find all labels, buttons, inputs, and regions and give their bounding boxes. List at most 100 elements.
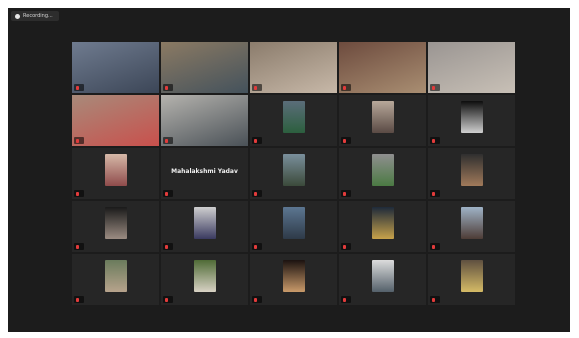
profile-picture [282, 154, 305, 186]
participant-name-bar [341, 296, 351, 303]
participant-name-bar [341, 190, 351, 197]
participant-tile[interactable] [339, 42, 426, 93]
participant-tile[interactable] [72, 254, 159, 305]
muted-mic-icon [432, 85, 435, 90]
participant-tile[interactable] [161, 201, 248, 252]
participant-name-bar [163, 190, 173, 197]
muted-mic-icon [432, 138, 435, 143]
participant-video [72, 95, 159, 146]
participant-video [161, 42, 248, 93]
participant-name-bar [74, 190, 84, 197]
muted-mic-icon [76, 297, 79, 302]
muted-mic-icon [343, 191, 346, 196]
participant-name-bar [163, 84, 173, 91]
participant-name-bar [430, 296, 440, 303]
participant-tile[interactable] [72, 42, 159, 93]
participant-tile[interactable] [72, 148, 159, 199]
profile-picture [371, 101, 394, 133]
profile-picture [460, 101, 483, 133]
participant-video [339, 42, 426, 93]
profile-picture [104, 260, 127, 292]
muted-mic-icon [254, 138, 257, 143]
participant-video [250, 42, 337, 93]
gallery-grid: Mahalakshmi Yadav [72, 42, 515, 305]
profile-picture [282, 207, 305, 239]
participant-tile[interactable] [250, 254, 337, 305]
muted-mic-icon [76, 85, 79, 90]
participant-tile[interactable] [428, 148, 515, 199]
profile-picture [371, 154, 394, 186]
muted-mic-icon [254, 85, 257, 90]
participant-name-bar [252, 190, 262, 197]
participant-tile[interactable] [428, 201, 515, 252]
profile-picture [371, 207, 394, 239]
participant-tile[interactable] [161, 95, 248, 146]
participant-tile[interactable] [428, 254, 515, 305]
participant-name-bar [74, 243, 84, 250]
participant-name-bar [74, 137, 84, 144]
participant-tile[interactable] [339, 95, 426, 146]
profile-picture [104, 207, 127, 239]
muted-mic-icon [165, 85, 168, 90]
participant-video [72, 42, 159, 93]
muted-mic-icon [165, 297, 168, 302]
profile-picture [371, 260, 394, 292]
participant-tile[interactable]: Mahalakshmi Yadav [161, 148, 248, 199]
participant-tile[interactable] [250, 95, 337, 146]
participant-tile[interactable] [161, 254, 248, 305]
meeting-window: Recording... Mahalakshmi Yadav [8, 8, 570, 332]
muted-mic-icon [432, 191, 435, 196]
participant-video [428, 42, 515, 93]
participant-name-bar [252, 296, 262, 303]
participant-name-bar [74, 296, 84, 303]
profile-picture [282, 260, 305, 292]
profile-picture [193, 260, 216, 292]
participant-tile[interactable] [250, 201, 337, 252]
participant-name-bar [341, 84, 351, 91]
profile-picture [104, 154, 127, 186]
muted-mic-icon [76, 191, 79, 196]
participant-tile[interactable] [250, 148, 337, 199]
participant-name-bar [74, 84, 84, 91]
participant-display-name: Mahalakshmi Yadav [171, 168, 238, 175]
muted-mic-icon [165, 138, 168, 143]
muted-mic-icon [343, 297, 346, 302]
participant-tile[interactable] [72, 95, 159, 146]
participant-tile[interactable] [339, 148, 426, 199]
profile-picture [193, 207, 216, 239]
participant-name-bar [430, 84, 440, 91]
muted-mic-icon [254, 191, 257, 196]
recording-label: Recording... [23, 13, 53, 19]
participant-tile[interactable] [339, 201, 426, 252]
muted-mic-icon [432, 244, 435, 249]
muted-mic-icon [432, 297, 435, 302]
participant-name-bar [163, 243, 173, 250]
participant-tile[interactable] [161, 42, 248, 93]
muted-mic-icon [343, 244, 346, 249]
profile-picture [460, 260, 483, 292]
participant-name-bar [341, 137, 351, 144]
participant-tile[interactable] [339, 254, 426, 305]
participant-name-bar [252, 84, 262, 91]
participant-name-bar [252, 243, 262, 250]
muted-mic-icon [343, 138, 346, 143]
participant-name-bar [430, 243, 440, 250]
muted-mic-icon [76, 244, 79, 249]
participant-name-bar [430, 137, 440, 144]
muted-mic-icon [165, 191, 168, 196]
participant-name-bar [252, 137, 262, 144]
profile-picture [282, 101, 305, 133]
participant-tile[interactable] [428, 95, 515, 146]
muted-mic-icon [165, 244, 168, 249]
participant-name-bar [430, 190, 440, 197]
muted-mic-icon [254, 297, 257, 302]
participant-name-bar [163, 296, 173, 303]
participant-tile[interactable] [72, 201, 159, 252]
recording-indicator[interactable]: Recording... [11, 11, 59, 21]
profile-picture [460, 207, 483, 239]
participant-tile[interactable] [428, 42, 515, 93]
participant-tile[interactable] [250, 42, 337, 93]
participant-name-bar [163, 137, 173, 144]
muted-mic-icon [254, 244, 257, 249]
participant-name-bar [341, 243, 351, 250]
